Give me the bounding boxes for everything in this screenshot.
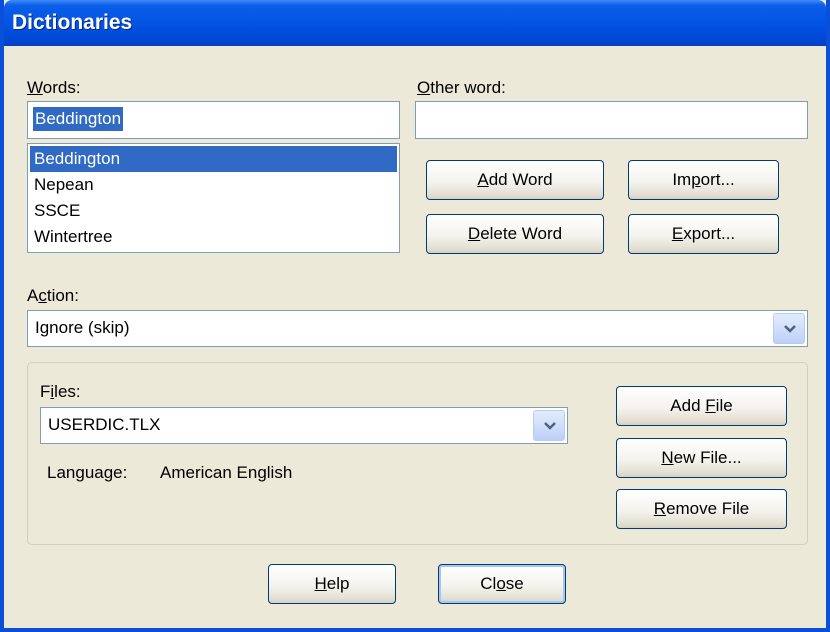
add-word-button[interactable]: Add Word — [426, 160, 604, 200]
import-button[interactable]: Import... — [628, 160, 779, 200]
add-file-button[interactable]: Add File — [616, 386, 787, 426]
action-select[interactable]: Ignore (skip) — [27, 310, 808, 347]
export-button[interactable]: Export... — [628, 214, 779, 254]
list-item[interactable]: Beddington — [30, 146, 397, 172]
action-dropdown-button[interactable] — [773, 313, 805, 344]
files-label: Files: — [40, 382, 81, 401]
words-label: Words: — [27, 78, 81, 97]
language-label: Language: — [47, 463, 128, 482]
files-select-value: USERDIC.TLX — [48, 415, 161, 434]
files-dropdown-button[interactable] — [533, 410, 565, 441]
action-select-value: Ignore (skip) — [35, 318, 130, 337]
chevron-down-icon — [784, 325, 796, 333]
other-word-label: Other word: — [417, 78, 506, 97]
language-value: American English — [160, 463, 293, 482]
list-item[interactable]: Wintertree — [30, 224, 397, 250]
other-word-input[interactable] — [415, 101, 808, 139]
help-button[interactable]: Help — [268, 564, 396, 604]
delete-word-button[interactable]: Delete Word — [426, 214, 604, 254]
chevron-down-icon — [544, 422, 556, 430]
files-select[interactable]: USERDIC.TLX — [40, 407, 568, 444]
action-label: Action: — [27, 286, 79, 305]
close-button[interactable]: Close — [438, 564, 566, 604]
words-input-value: Beddington — [33, 107, 124, 131]
words-input[interactable]: Beddington — [27, 101, 400, 139]
words-list[interactable]: Beddington Nepean SSCE Wintertree — [27, 143, 400, 253]
list-item[interactable]: SSCE — [30, 198, 397, 224]
title-bar[interactable]: Dictionaries — [4, 0, 826, 46]
remove-file-button[interactable]: Remove File — [616, 489, 787, 529]
dictionaries-dialog: Dictionaries Words: Beddington Beddingto… — [0, 0, 830, 632]
new-file-button[interactable]: New File... — [616, 438, 787, 478]
list-item[interactable]: Nepean — [30, 172, 397, 198]
window-title: Dictionaries — [12, 11, 133, 34]
